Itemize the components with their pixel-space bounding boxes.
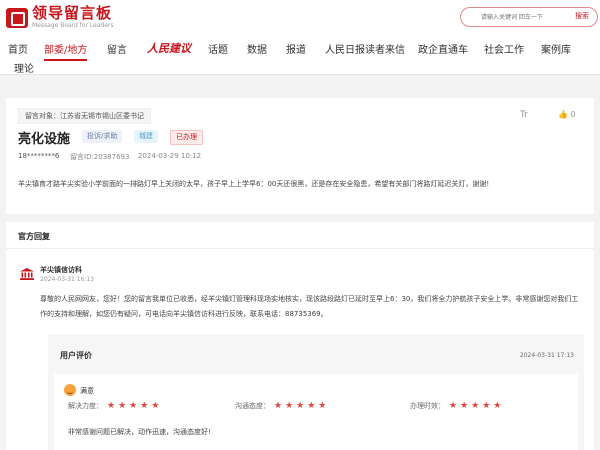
- logo-mark-icon: [6, 7, 28, 28]
- message-target[interactable]: 留言对象：江苏省无锡市锡山区委书记: [18, 108, 151, 124]
- rating-resolution: 解决力度： ★★★★★: [68, 401, 162, 411]
- message-author: 18********6: [18, 152, 60, 160]
- nav-item-case-library[interactable]: 案例库: [541, 41, 571, 56]
- nav-item-people-suggestions[interactable]: 人民建议: [147, 40, 191, 56]
- site-logo[interactable]: 领导留言板 Message Board for Leaders: [6, 6, 114, 29]
- satisfaction-label: 满意: [80, 387, 94, 395]
- status-badge: 已办理: [170, 130, 203, 145]
- nav-item-messages[interactable]: 留言: [107, 41, 127, 56]
- star-icon-group: ★★★★★: [274, 401, 330, 411]
- rating-attitude: 沟通态度： ★★★★★: [235, 401, 329, 411]
- user-evaluation: 用户评价 2024-03-31 17:13 满意 解决力度： ★★★★★ 沟通态度…: [48, 334, 584, 450]
- message-content: 羊尖镇育才路羊尖实验小学前面的一排路灯早上关闭的太早，孩子早上上学早6：00天还…: [18, 180, 490, 188]
- nav-item-ministries[interactable]: 部委/地方: [44, 41, 88, 61]
- message-title: 亮化设施: [18, 132, 71, 147]
- official-reply-card: 官方回复 羊尖镇信访科 2024-03-31 16:13 尊敬的人民网网友，您好…: [6, 222, 594, 450]
- star-icon-group: ★★★★★: [449, 401, 505, 411]
- government-building-icon: [20, 268, 34, 280]
- rating-label: 沟通态度：: [235, 402, 270, 410]
- star-icon-group: ★★★★★: [107, 401, 163, 411]
- search-button[interactable]: 搜索: [575, 11, 589, 21]
- message-time: 2024-03-29 10:12: [138, 152, 202, 160]
- message-card: 留言对象：江苏省无锡市锡山区委书记 Tr 👍 0 亮化设施 投诉/求助 城建 已…: [6, 98, 594, 214]
- nav-item-topics[interactable]: 话题: [208, 41, 228, 56]
- rating-label: 解决力度：: [68, 402, 103, 410]
- evaluation-title: 用户评价: [60, 351, 92, 360]
- thumb-up-icon: 👍: [558, 110, 568, 119]
- logo-title: 领导留言板: [32, 4, 113, 22]
- nav-item-readers-letters[interactable]: 人民日报读者来信: [325, 41, 405, 56]
- nav-item-data[interactable]: 数据: [247, 41, 267, 56]
- section-title: 官方回复: [18, 232, 50, 241]
- logo-text: 领导留言板 Message Board for Leaders: [32, 6, 114, 29]
- reply-content: 尊敬的人民网网友，您好！您的留言我单位已收悉，经羊尖镇灯管理科现场实地核实，现该…: [40, 295, 579, 318]
- evaluation-time: 2024-03-31 17:13: [519, 352, 574, 359]
- search-input[interactable]: [481, 10, 561, 24]
- smile-face-icon: [64, 384, 76, 396]
- rating-timeliness: 办理时效： ★★★★★: [410, 401, 504, 411]
- rating-label: 办理时效：: [410, 402, 445, 410]
- like-button[interactable]: 👍 0: [558, 110, 576, 119]
- nav-item-theory[interactable]: 理论: [14, 60, 34, 75]
- message-id: 留言ID:20387693: [70, 153, 130, 161]
- like-count: 0: [570, 110, 576, 119]
- divider: [6, 248, 594, 249]
- evaluation-text: 非常感谢问题已解决，动作迅速，沟通态度好!: [68, 428, 211, 436]
- reply-org: 羊尖镇信访科: [40, 266, 82, 274]
- main-nav: 首页 部委/地方 留言 人民建议 话题 数据 报道 人民日报读者来信 政企直通车…: [0, 34, 600, 75]
- reply-time: 2024-03-31 16:13: [40, 276, 95, 283]
- logo-subtitle: Message Board for Leaders: [32, 22, 114, 29]
- font-size-icon[interactable]: Tr: [520, 110, 528, 120]
- nav-item-social-work[interactable]: 社会工作: [484, 41, 524, 56]
- nav-item-reports[interactable]: 报道: [286, 41, 306, 56]
- top-bar: 领导留言板 Message Board for Leaders 搜索: [0, 0, 600, 34]
- nav-item-home[interactable]: 首页: [8, 41, 28, 56]
- evaluation-body: 满意 解决力度： ★★★★★ 沟通态度： ★★★★★ 办理时效： ★★★★★ 非常感谢…: [54, 374, 578, 450]
- nav-item-enterprise-channel[interactable]: 政企直通车: [418, 41, 468, 56]
- search-box: 搜索: [460, 7, 598, 27]
- tag-category: 城建: [134, 130, 158, 143]
- tag-type: 投诉/求助: [82, 130, 123, 143]
